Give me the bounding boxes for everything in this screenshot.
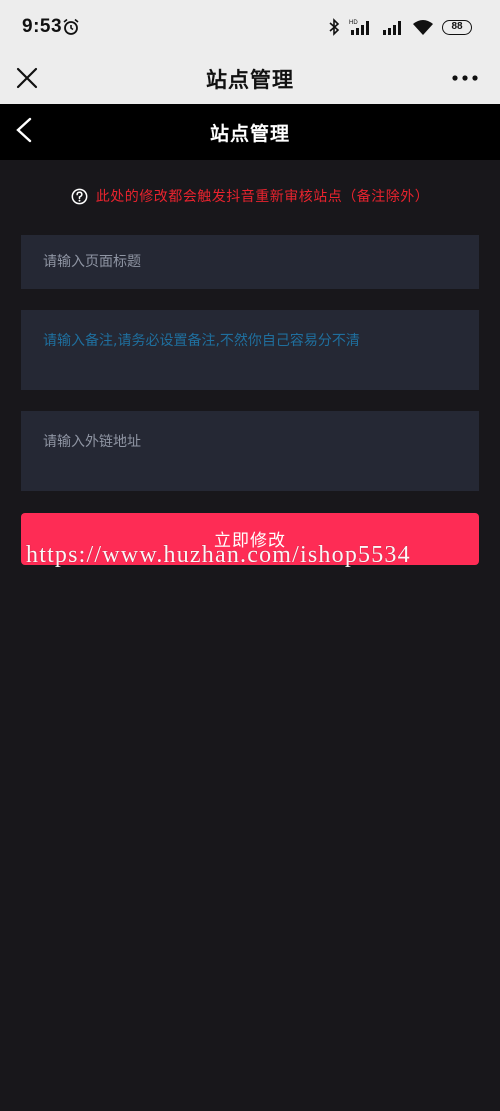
more-icon[interactable] — [450, 65, 480, 91]
alarm-icon — [63, 18, 79, 35]
remark-input[interactable] — [21, 310, 479, 390]
status-icons: HD 88 — [328, 18, 472, 36]
page-header: 站点管理 — [0, 104, 500, 160]
notice: 此处的修改都会触发抖音重新审核站点（备注除外） — [0, 186, 500, 206]
app-bar: 站点管理 — [0, 56, 500, 104]
status-bar: 9:53 HD 88 — [0, 0, 500, 56]
svg-text:HD: HD — [349, 20, 358, 26]
wifi-icon — [413, 20, 433, 35]
submit-button[interactable]: 立即修改 — [21, 513, 479, 565]
page-title: 站点管理 — [209, 123, 290, 145]
app-title: 站点管理 — [206, 68, 294, 92]
question-circle-icon — [71, 188, 88, 204]
battery-icon: 88 — [442, 19, 472, 35]
bluetooth-icon — [329, 18, 340, 36]
external-link-input[interactable] — [21, 411, 479, 491]
status-time: 9:53 — [22, 16, 63, 37]
page-title-input[interactable] — [21, 235, 479, 289]
signal-icon — [383, 21, 401, 35]
notice-text: 此处的修改都会触发抖音重新审核站点（备注除外） — [95, 189, 430, 205]
hd-signal-icon: HD — [349, 20, 369, 35]
